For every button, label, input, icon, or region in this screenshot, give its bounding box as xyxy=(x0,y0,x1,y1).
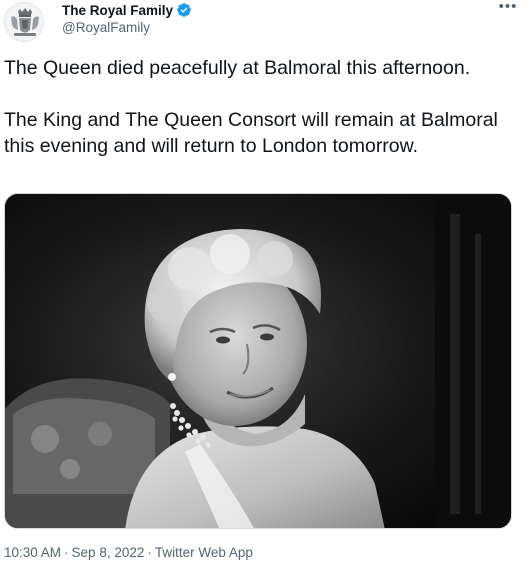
meta-separator: · xyxy=(64,545,69,560)
display-name[interactable]: The Royal Family xyxy=(62,3,173,18)
avatar[interactable] xyxy=(4,2,44,42)
meta-separator: · xyxy=(147,545,152,560)
tweet-metadata: 10:30 AM · Sep 8, 2022 · Twitter Web App xyxy=(4,545,253,560)
verified-badge-icon xyxy=(176,2,192,18)
tweet-text: The Queen died peacefully at Balmoral th… xyxy=(4,57,498,157)
account-handle[interactable]: @RoyalFamily xyxy=(62,20,192,35)
more-options-icon[interactable]: ••• xyxy=(496,0,520,20)
tweet-source[interactable]: Twitter Web App xyxy=(155,545,253,560)
tweet-header: The Royal Family @RoyalFamily ••• xyxy=(0,0,530,46)
tweet-time[interactable]: 10:30 AM xyxy=(4,545,61,560)
tweet-photo[interactable] xyxy=(4,193,512,529)
portrait-photo xyxy=(5,194,511,528)
royal-crest-icon xyxy=(5,3,43,41)
tweet-date[interactable]: Sep 8, 2022 xyxy=(72,545,145,560)
